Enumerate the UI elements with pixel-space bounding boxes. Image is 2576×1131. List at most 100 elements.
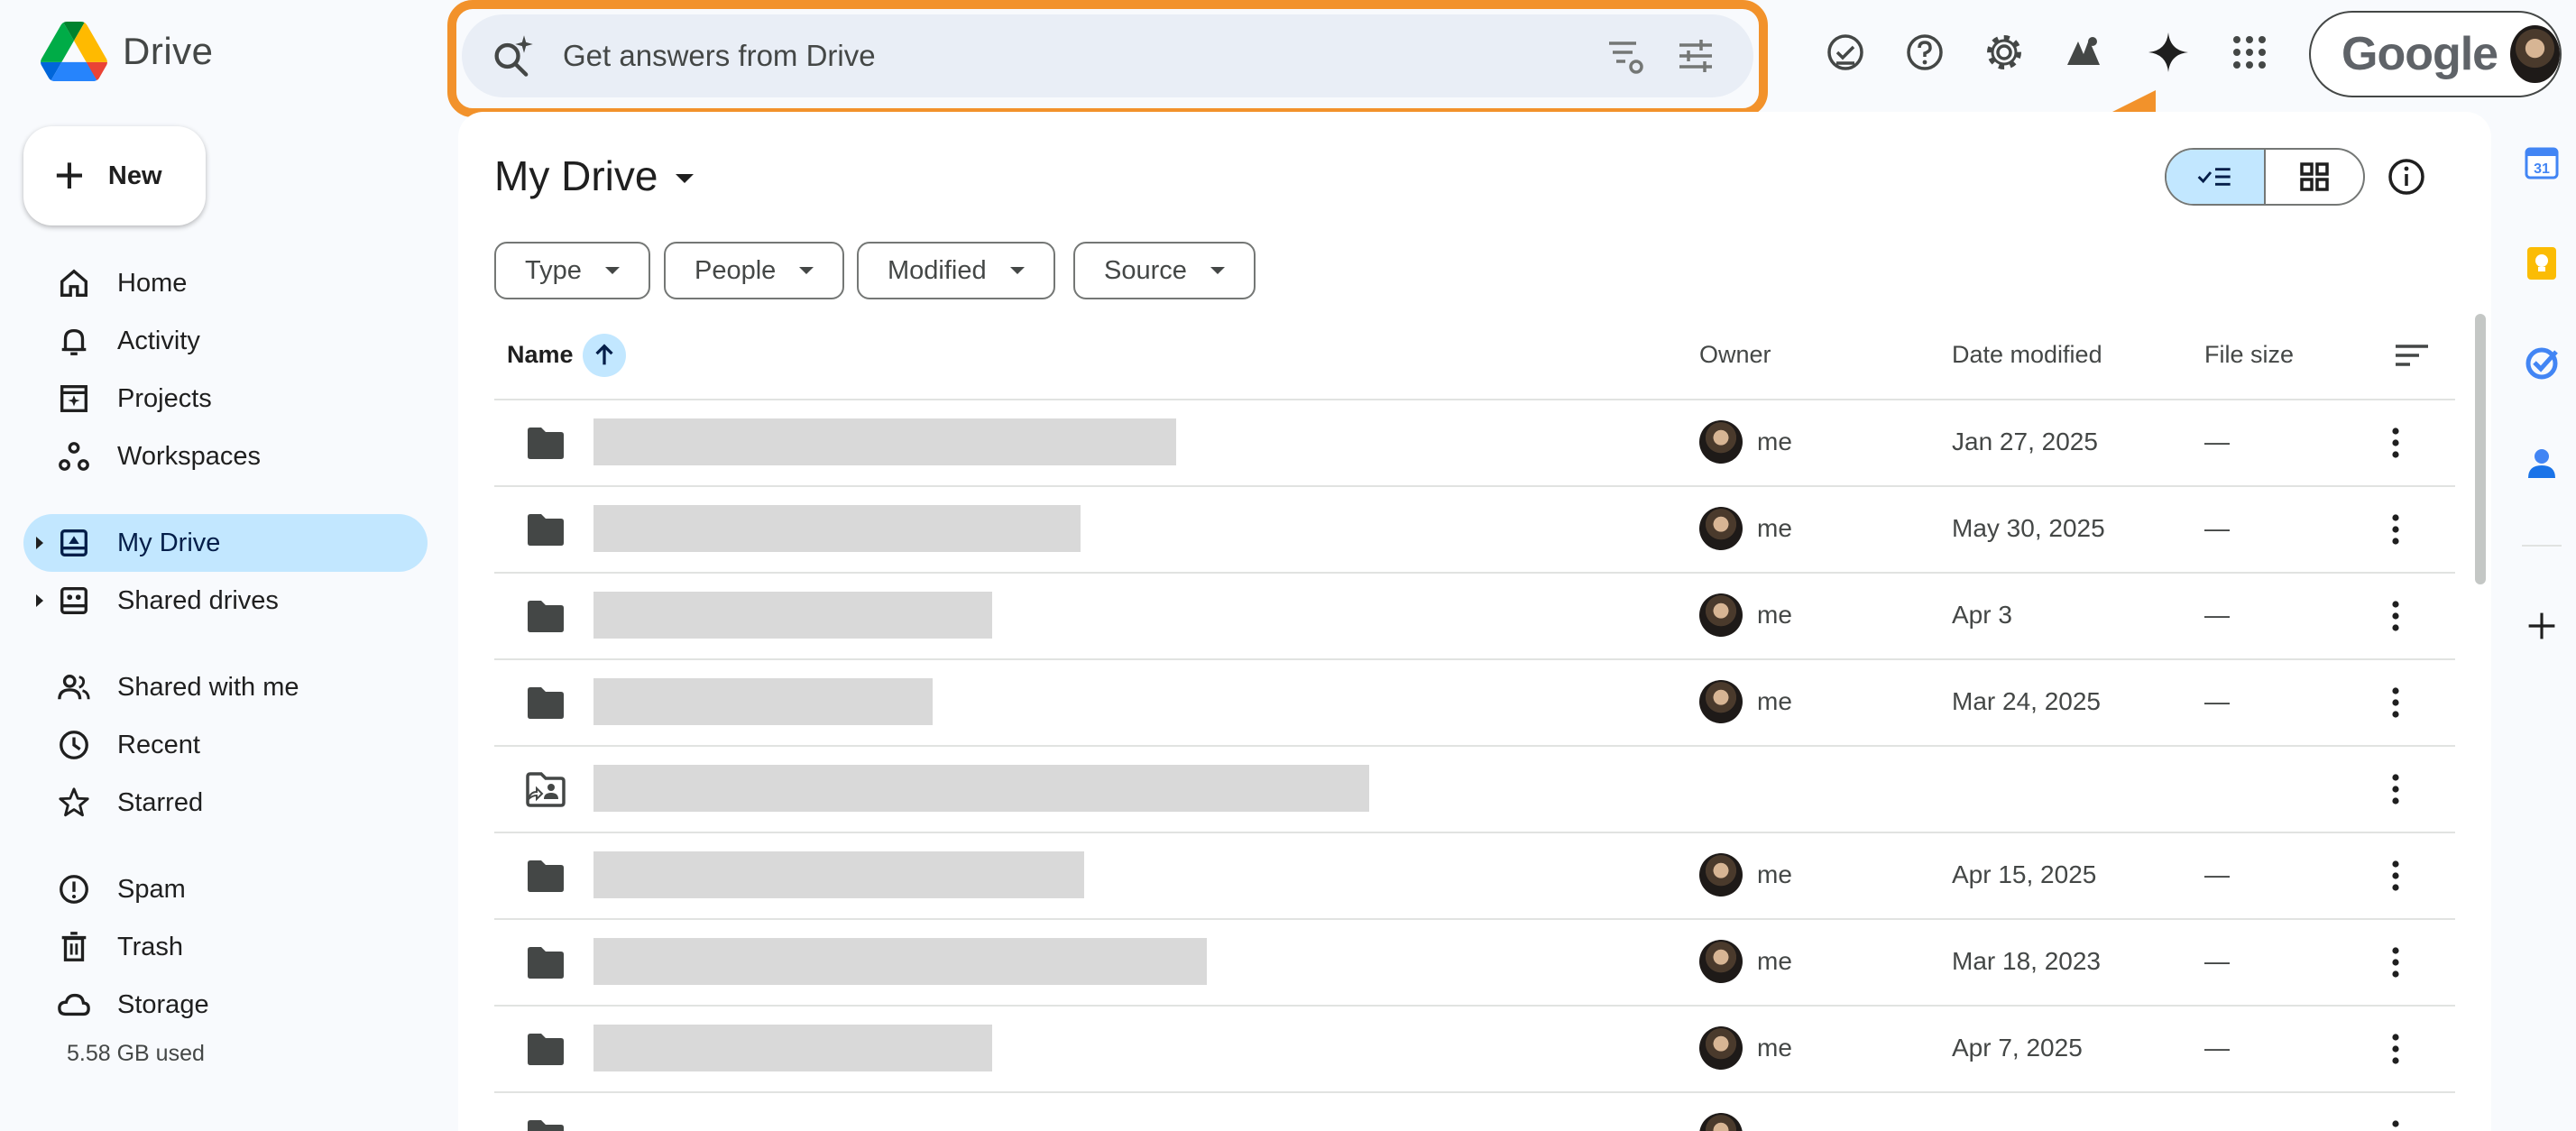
account-switcher[interactable]: Google (2309, 11, 2562, 97)
sidebar-item-home[interactable]: Home (23, 254, 428, 312)
filter-modified[interactable]: Modified (857, 242, 1055, 299)
list-view-button[interactable] (2167, 150, 2266, 204)
sidebar-item-projects[interactable]: Projects (23, 370, 428, 428)
sidebar-item-label: Shared with me (117, 672, 299, 702)
search-sparkle-icon[interactable] (489, 32, 536, 79)
account-avatar[interactable] (2510, 25, 2560, 83)
sidebar-item-shared-with-me[interactable]: Shared with me (23, 658, 428, 716)
page-title[interactable]: My Drive (494, 152, 695, 200)
table-row[interactable]: me Jan 27, 2025 — (494, 400, 2455, 485)
filter-people[interactable]: People (664, 242, 845, 299)
redacted-file-name[interactable] (593, 505, 1081, 552)
redacted-file-name[interactable] (593, 1025, 992, 1071)
more-actions-icon[interactable] (2390, 595, 2401, 637)
expand-caret-icon[interactable] (36, 594, 43, 607)
grid-icon (2300, 162, 2329, 191)
drive-logo[interactable]: Drive (40, 22, 214, 81)
folder-icon (525, 509, 566, 550)
redacted-file-name[interactable] (593, 678, 933, 725)
filter-type[interactable]: Type (494, 242, 650, 299)
file-size: — (2204, 601, 2230, 629)
google-apps-grid-icon[interactable] (2226, 29, 2273, 76)
new-button[interactable]: + New (23, 126, 206, 225)
expand-caret-icon[interactable] (36, 537, 43, 549)
info-icon[interactable] (2387, 157, 2426, 197)
table-row[interactable]: me Mar 18, 2023 — (494, 920, 2455, 1005)
plus-icon: + (54, 146, 85, 205)
owner-avatar (1699, 680, 1743, 723)
more-actions-icon[interactable] (2390, 768, 2401, 810)
tasks-icon[interactable] (2522, 343, 2562, 382)
sidebar-item-trash[interactable]: Trash (23, 918, 428, 976)
view-toggle[interactable] (2165, 148, 2365, 206)
table-row[interactable] (494, 1093, 2455, 1131)
home-icon (56, 265, 92, 301)
redacted-file-name[interactable] (593, 418, 1176, 465)
search-bar[interactable]: Get answers from Drive (462, 14, 1753, 97)
filter-label: Type (525, 255, 582, 285)
sidebar-item-workspaces[interactable]: Workspaces (23, 428, 428, 485)
settings-gear-icon[interactable] (1981, 29, 2028, 76)
table-row[interactable]: me Apr 7, 2025 — (494, 1007, 2455, 1091)
more-actions-icon[interactable] (2390, 942, 2401, 983)
folder-icon (525, 595, 566, 637)
sidebar-item-label: Shared drives (117, 585, 279, 615)
search-input[interactable]: Get answers from Drive (563, 39, 1604, 73)
sidebar-item-label: Workspaces (117, 441, 262, 471)
bell-icon (56, 323, 92, 359)
owner-avatar (1699, 1113, 1743, 1131)
filter-source[interactable]: Source (1073, 242, 1256, 299)
search-options-icon[interactable] (1674, 34, 1717, 78)
keep-icon[interactable] (2522, 244, 2562, 283)
redacted-file-name[interactable] (593, 765, 1369, 812)
sidebar-item-label: Recent (117, 730, 200, 759)
redacted-file-name[interactable] (593, 851, 1084, 898)
help-icon[interactable] (1901, 29, 1948, 76)
filter-label: People (695, 255, 777, 285)
gemini-apps-icon[interactable] (2060, 29, 2107, 76)
table-row[interactable]: me Mar 24, 2025 — (494, 660, 2455, 745)
owner-avatar (1699, 853, 1743, 897)
table-row[interactable] (494, 747, 2455, 832)
sidebar-item-shared-drives[interactable]: Shared drives (23, 572, 428, 630)
redacted-file-name[interactable] (593, 938, 1207, 985)
column-header-owner[interactable]: Owner (1699, 341, 1771, 369)
dropdown-icon (604, 267, 620, 274)
sidebar-item-label: Spam (117, 874, 186, 904)
sidebar-item-spam[interactable]: Spam (23, 860, 428, 918)
column-header-date-modified[interactable]: Date modified (1952, 341, 2102, 369)
filter-label: Source (1104, 255, 1187, 285)
grid-view-button[interactable] (2266, 150, 2363, 204)
more-actions-icon[interactable] (2390, 422, 2401, 464)
more-actions-icon[interactable] (2390, 509, 2401, 550)
sidebar-item-activity[interactable]: Activity (23, 312, 428, 370)
more-actions-icon[interactable] (2390, 682, 2401, 723)
table-row[interactable]: me Apr 3 — (494, 574, 2455, 658)
more-actions-icon[interactable] (2390, 1115, 2401, 1131)
star-icon (56, 785, 92, 821)
search-settings-icon[interactable] (1604, 34, 1647, 78)
gemini-sparkle-icon[interactable] (2145, 29, 2192, 76)
more-actions-icon[interactable] (2390, 855, 2401, 897)
table-row[interactable]: me May 30, 2025 — (494, 487, 2455, 572)
scrollbar-thumb[interactable] (2475, 314, 2486, 584)
sidebar-item-starred[interactable]: Starred (23, 774, 428, 832)
contacts-icon[interactable] (2522, 444, 2562, 483)
owner-avatar (1699, 1026, 1743, 1070)
sidebar-item-my-drive[interactable]: My Drive (23, 514, 428, 572)
folder-icon (525, 1028, 566, 1070)
sort-ascending-icon[interactable] (583, 334, 626, 377)
redacted-file-name[interactable] (593, 592, 992, 639)
sidebar-item-storage[interactable]: Storage (23, 976, 428, 1034)
more-actions-icon[interactable] (2390, 1028, 2401, 1070)
sidebar-item-recent[interactable]: Recent (23, 716, 428, 774)
ready-for-offline-icon[interactable] (1822, 29, 1869, 76)
table-row[interactable]: me Apr 15, 2025 — (494, 833, 2455, 918)
add-addon-plus-icon[interactable] (2522, 606, 2562, 646)
column-header-name[interactable]: Name (507, 341, 574, 369)
clock-icon (56, 727, 92, 763)
calendar-icon[interactable]: 31 (2522, 143, 2562, 182)
column-header-file-size[interactable]: File size (2204, 341, 2294, 369)
sort-options-icon[interactable] (2394, 341, 2430, 370)
owner-avatar (1699, 507, 1743, 550)
